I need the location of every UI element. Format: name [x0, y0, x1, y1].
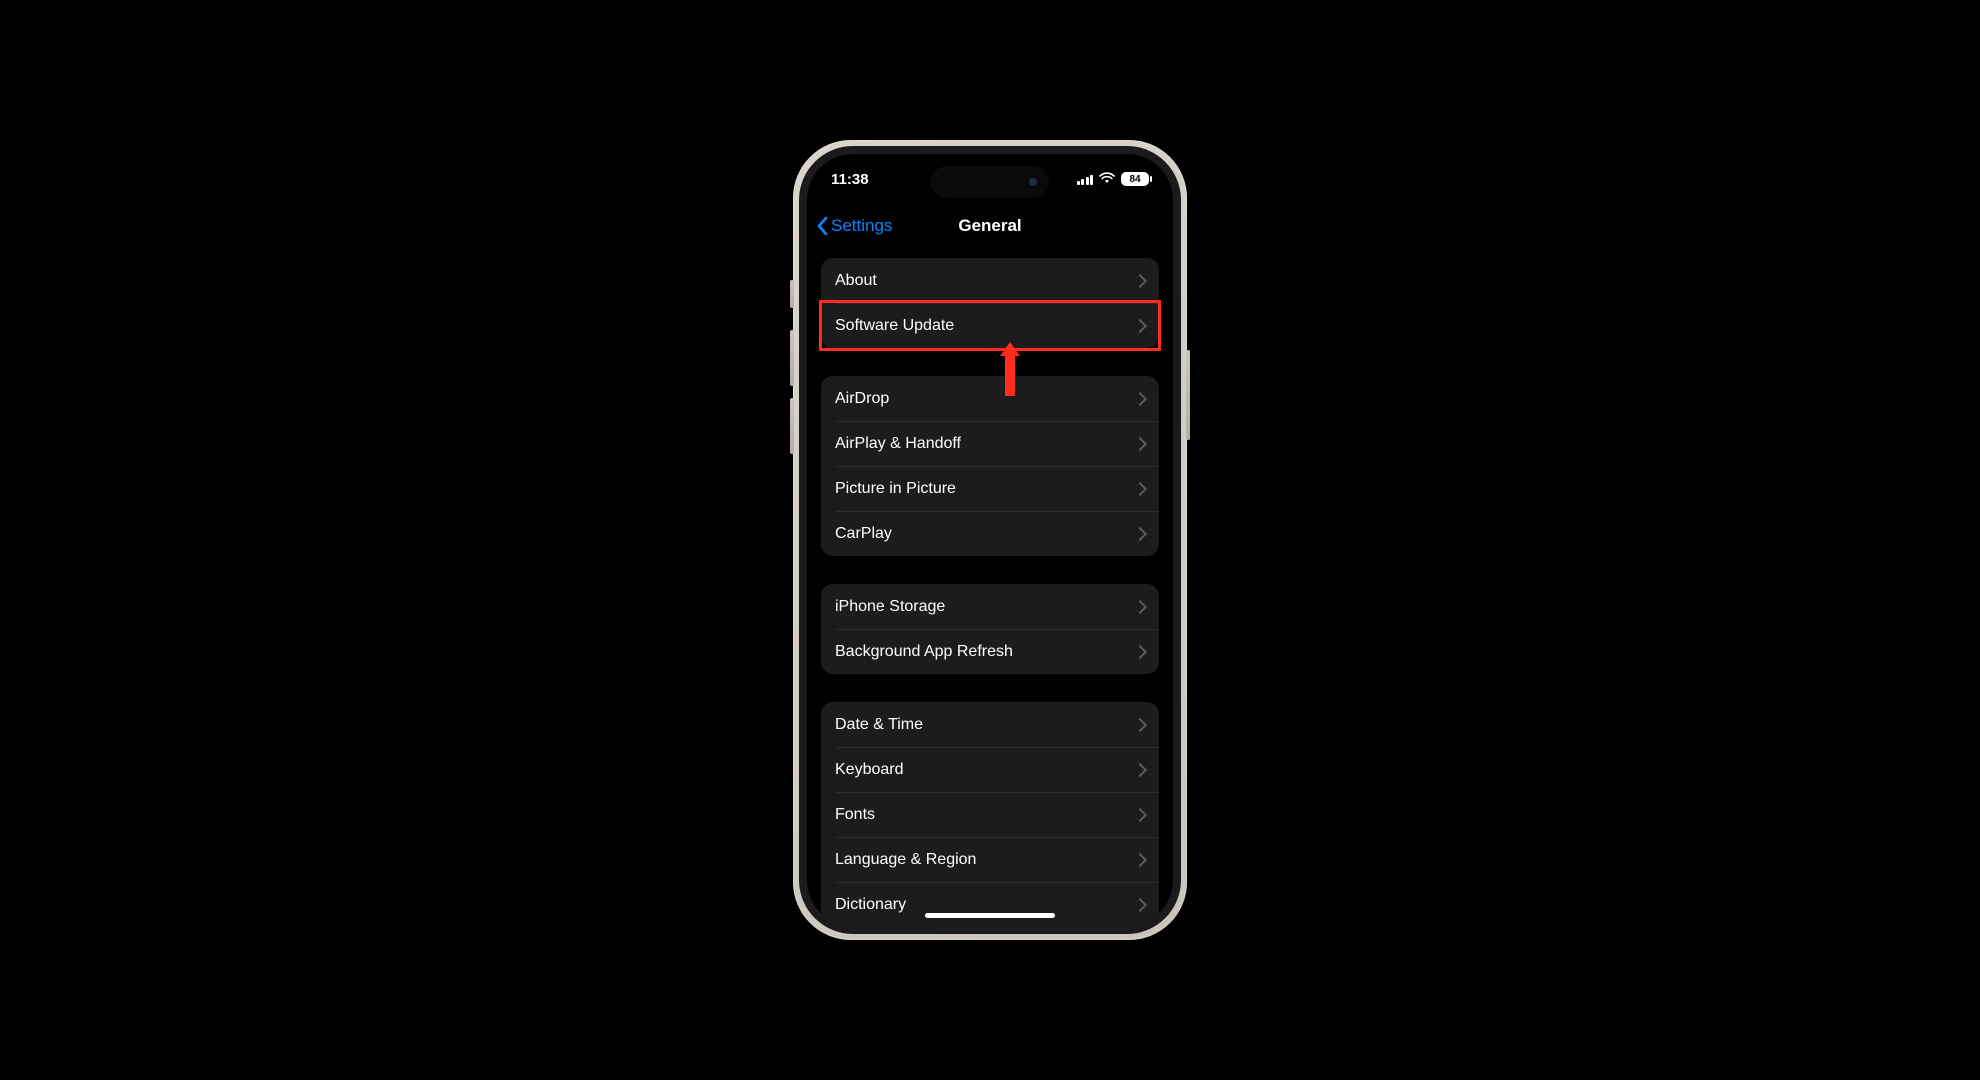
settings-group: Date & Time Keyboard Fonts Language & Regio…: [821, 702, 1159, 926]
row-label: Software Update: [835, 317, 954, 335]
back-button[interactable]: Settings: [811, 204, 898, 248]
status-left: 11:38: [831, 171, 869, 188]
row-label: Date & Time: [835, 716, 923, 734]
chevron-right-icon: [1133, 644, 1147, 658]
settings-list[interactable]: About Software Update AirDrop AirPlay & Han…: [807, 248, 1173, 926]
chevron-right-icon: [1133, 481, 1147, 495]
phone-frame: 11:38 84: [793, 140, 1187, 940]
row-label: Picture in Picture: [835, 480, 956, 498]
row-label: iPhone Storage: [835, 598, 945, 616]
chevron-right-icon: [1133, 897, 1147, 911]
chevron-right-icon: [1133, 436, 1147, 450]
row-keyboard[interactable]: Keyboard: [821, 747, 1159, 792]
row-label: About: [835, 272, 877, 290]
row-airdrop[interactable]: AirDrop: [821, 376, 1159, 421]
row-airplay-handoff[interactable]: AirPlay & Handoff: [821, 421, 1159, 466]
power-button: [1186, 350, 1190, 440]
settings-group: AirDrop AirPlay & Handoff Picture in Pictu…: [821, 376, 1159, 556]
status-right: 84: [1077, 171, 1150, 188]
row-label: AirPlay & Handoff: [835, 435, 961, 453]
mute-switch: [790, 280, 794, 308]
chevron-right-icon: [1133, 762, 1147, 776]
home-indicator[interactable]: [925, 913, 1055, 918]
chevron-right-icon: [1133, 599, 1147, 613]
row-dictionary[interactable]: Dictionary: [821, 882, 1159, 926]
phone-screen: 11:38 84: [807, 154, 1173, 926]
settings-group: iPhone Storage Background App Refresh: [821, 584, 1159, 674]
stage: 11:38 84: [0, 0, 1980, 1080]
page-title: General: [958, 216, 1021, 236]
chevron-left-icon: [817, 216, 829, 236]
wifi-icon: [1099, 171, 1115, 188]
row-background-app-refresh[interactable]: Background App Refresh: [821, 629, 1159, 674]
row-date-time[interactable]: Date & Time: [821, 702, 1159, 747]
row-label: AirDrop: [835, 390, 889, 408]
row-label: Fonts: [835, 806, 875, 824]
back-label: Settings: [831, 216, 892, 236]
row-software-update[interactable]: Software Update: [821, 303, 1159, 348]
volume-up-button: [790, 330, 794, 386]
row-carplay[interactable]: CarPlay: [821, 511, 1159, 556]
row-picture-in-picture[interactable]: Picture in Picture: [821, 466, 1159, 511]
volume-down-button: [790, 398, 794, 454]
nav-bar: Settings General: [807, 204, 1173, 248]
chevron-right-icon: [1133, 273, 1147, 287]
row-label: Background App Refresh: [835, 643, 1013, 661]
chevron-right-icon: [1133, 318, 1147, 332]
chevron-right-icon: [1133, 807, 1147, 821]
row-about[interactable]: About: [821, 258, 1159, 303]
chevron-right-icon: [1133, 526, 1147, 540]
row-iphone-storage[interactable]: iPhone Storage: [821, 584, 1159, 629]
row-label: Dictionary: [835, 896, 906, 914]
battery-percentage: 84: [1129, 174, 1140, 185]
dynamic-island: [931, 166, 1049, 198]
settings-general-page: Settings General About Software Update Air…: [807, 204, 1173, 926]
status-time: 11:38: [831, 171, 869, 188]
battery-icon: 84: [1121, 172, 1149, 186]
row-language-region[interactable]: Language & Region: [821, 837, 1159, 882]
row-label: CarPlay: [835, 525, 892, 543]
chevron-right-icon: [1133, 391, 1147, 405]
row-label: Keyboard: [835, 761, 904, 779]
settings-group: About Software Update: [821, 258, 1159, 348]
row-label: Language & Region: [835, 851, 976, 869]
chevron-right-icon: [1133, 852, 1147, 866]
cellular-signal-icon: [1077, 174, 1094, 185]
chevron-right-icon: [1133, 717, 1147, 731]
row-fonts[interactable]: Fonts: [821, 792, 1159, 837]
